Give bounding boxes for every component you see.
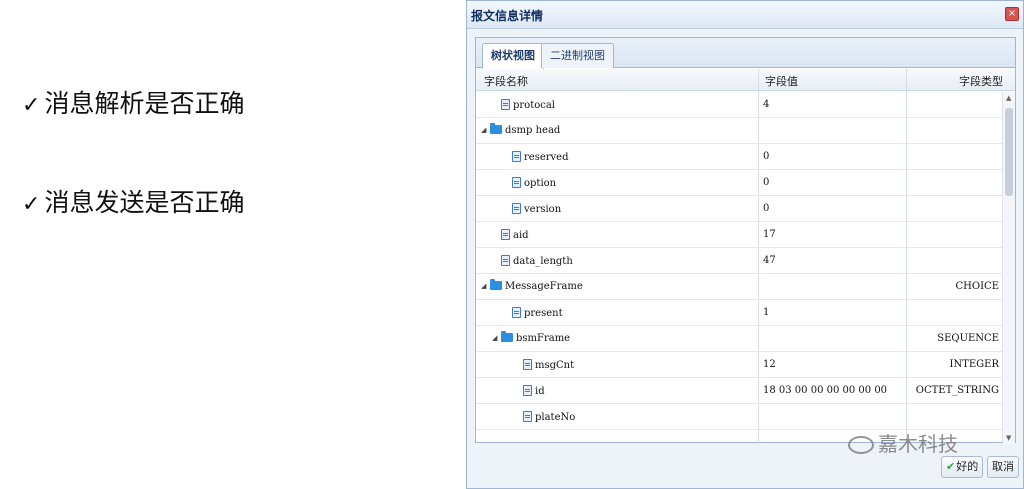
cancel-button[interactable]: 取消	[987, 456, 1019, 478]
table-row[interactable]: version 0	[476, 196, 1003, 222]
field-name-text: id	[535, 386, 545, 397]
field-name-cell: data_length	[501, 255, 573, 267]
field-value-cell: 12	[763, 359, 776, 370]
field-value-cell: 0	[763, 151, 770, 162]
field-type-cell: OCTET_STRING	[915, 385, 999, 396]
grid-rows: protocal 4 ◢ dsmp head reserved 0 option 0 versi…	[476, 92, 1003, 430]
leaf-icon	[523, 359, 532, 370]
scrollbar-thumb[interactable]	[1005, 108, 1013, 196]
field-name-cell: id	[523, 385, 545, 397]
leaf-icon	[512, 177, 521, 188]
vertical-scrollbar[interactable]: ▲ ▼	[1002, 92, 1015, 444]
dialog-titlebar[interactable]: 报文信息详情 ×	[467, 1, 1023, 29]
table-row[interactable]: ◢ bsmFrame SEQUENCE	[476, 326, 1003, 352]
field-value-cell: 18 03 00 00 00 00 00 00	[763, 385, 888, 396]
folder-icon	[490, 279, 502, 290]
scroll-down-icon[interactable]: ▼	[1006, 434, 1011, 442]
column-header-name[interactable]: 字段名称	[484, 73, 528, 89]
grid-header: 字段名称 字段值 字段类型	[476, 69, 1015, 91]
field-name-cell: option	[512, 177, 556, 189]
table-row[interactable]: protocal 4	[476, 92, 1003, 118]
field-type-cell: CHOICE	[955, 281, 999, 292]
field-name-cell: reserved	[512, 151, 569, 163]
message-detail-dialog: 报文信息详情 × 树状视图 二进制视图 字段名称 字段值 字段类型 protoc…	[466, 0, 1024, 489]
check-icon: ✔	[946, 460, 956, 473]
field-name-cell: aid	[501, 229, 529, 241]
field-value-cell: 4	[763, 99, 770, 110]
field-name-text: MessageFrame	[505, 281, 583, 292]
watermark: 嘉木科技	[848, 428, 958, 457]
checkmark-icon: ✓	[22, 93, 41, 118]
field-name-text: present	[524, 308, 563, 319]
ok-button[interactable]: ✔好的	[941, 456, 984, 478]
field-name-cell: ◢ dsmp head	[481, 123, 561, 136]
close-icon[interactable]: ×	[1005, 7, 1019, 21]
table-row[interactable]: present 1	[476, 300, 1003, 326]
table-row[interactable]: plateNo	[476, 404, 1003, 430]
field-name-text: bsmFrame	[516, 333, 571, 344]
folder-icon	[490, 123, 502, 134]
scroll-up-icon[interactable]: ▲	[1006, 94, 1011, 102]
table-row[interactable]: data_length 47	[476, 248, 1003, 274]
field-name-cell: ◢ MessageFrame	[481, 279, 583, 292]
field-name-text: data_length	[513, 256, 573, 267]
field-value-cell: 47	[763, 255, 776, 266]
folder-icon	[501, 331, 513, 342]
table-row[interactable]: aid 17	[476, 222, 1003, 248]
table-row[interactable]: ◢ dsmp head	[476, 118, 1003, 144]
table-row[interactable]: id 18 03 00 00 00 00 00 00 OCTET_STRING	[476, 378, 1003, 404]
leaf-icon	[501, 229, 510, 240]
wechat-icon	[848, 436, 874, 454]
bullet-text: 消息发送是否正确	[44, 188, 245, 217]
field-value-cell: 0	[763, 203, 770, 214]
field-type-cell: INTEGER	[949, 359, 1000, 370]
field-name-text: plateNo	[535, 412, 576, 423]
table-row[interactable]: option 0	[476, 170, 1003, 196]
field-tree-grid: 字段名称 字段值 字段类型 protocal 4 ◢ dsmp head reserve…	[476, 69, 1015, 444]
table-row[interactable]: reserved 0	[476, 144, 1003, 170]
view-tabs: 树状视图 二进制视图	[476, 38, 1015, 69]
expand-toggle-icon[interactable]: ◢	[481, 126, 490, 134]
table-row[interactable]: ◢ MessageFrame CHOICE	[476, 274, 1003, 300]
bullet-parse-check: ✓ 消息解析是否正确	[22, 84, 244, 120]
field-name-text: aid	[513, 230, 529, 241]
field-name-cell: present	[512, 307, 563, 319]
field-value-cell: 1	[763, 307, 770, 318]
leaf-icon	[501, 255, 510, 266]
field-value-cell: 17	[763, 229, 776, 240]
column-header-value[interactable]: 字段值	[765, 73, 798, 89]
field-type-cell: SEQUENCE	[937, 333, 999, 344]
column-header-type[interactable]: 字段类型	[959, 73, 1003, 89]
field-name-text: msgCnt	[535, 360, 575, 371]
field-name-cell: ◢ bsmFrame	[492, 331, 571, 344]
tab-binary-view[interactable]: 二进制视图	[541, 43, 614, 68]
table-row[interactable]: msgCnt 12 INTEGER	[476, 352, 1003, 378]
leaf-icon	[512, 307, 521, 318]
leaf-icon	[523, 385, 532, 396]
tab-tree-view[interactable]: 树状视图	[482, 43, 544, 69]
ok-label: 好的	[956, 460, 979, 473]
field-name-text: option	[524, 178, 557, 189]
field-name-text: protocal	[513, 100, 556, 111]
field-name-cell: msgCnt	[523, 359, 574, 371]
dialog-title: 报文信息详情	[471, 9, 544, 23]
field-name-text: dsmp head	[505, 125, 561, 136]
checkmark-icon: ✓	[22, 192, 41, 217]
field-name-text: reserved	[524, 152, 569, 163]
watermark-text: 嘉木科技	[878, 432, 958, 456]
expand-toggle-icon[interactable]: ◢	[481, 282, 490, 290]
field-name-cell: version	[512, 203, 561, 215]
leaf-icon	[501, 99, 510, 110]
detail-panel: 树状视图 二进制视图 字段名称 字段值 字段类型 protocal 4 ◢ dsmp …	[475, 37, 1016, 444]
field-value-cell: 0	[763, 177, 770, 188]
expand-toggle-icon[interactable]: ◢	[492, 334, 501, 342]
field-name-text: version	[524, 204, 562, 215]
leaf-icon	[512, 151, 521, 162]
bullet-send-check: ✓ 消息发送是否正确	[22, 183, 244, 219]
field-name-cell: plateNo	[523, 411, 575, 423]
bullet-text: 消息解析是否正确	[44, 89, 245, 118]
leaf-icon	[512, 203, 521, 214]
field-name-cell: protocal	[501, 99, 555, 111]
leaf-icon	[523, 411, 532, 422]
